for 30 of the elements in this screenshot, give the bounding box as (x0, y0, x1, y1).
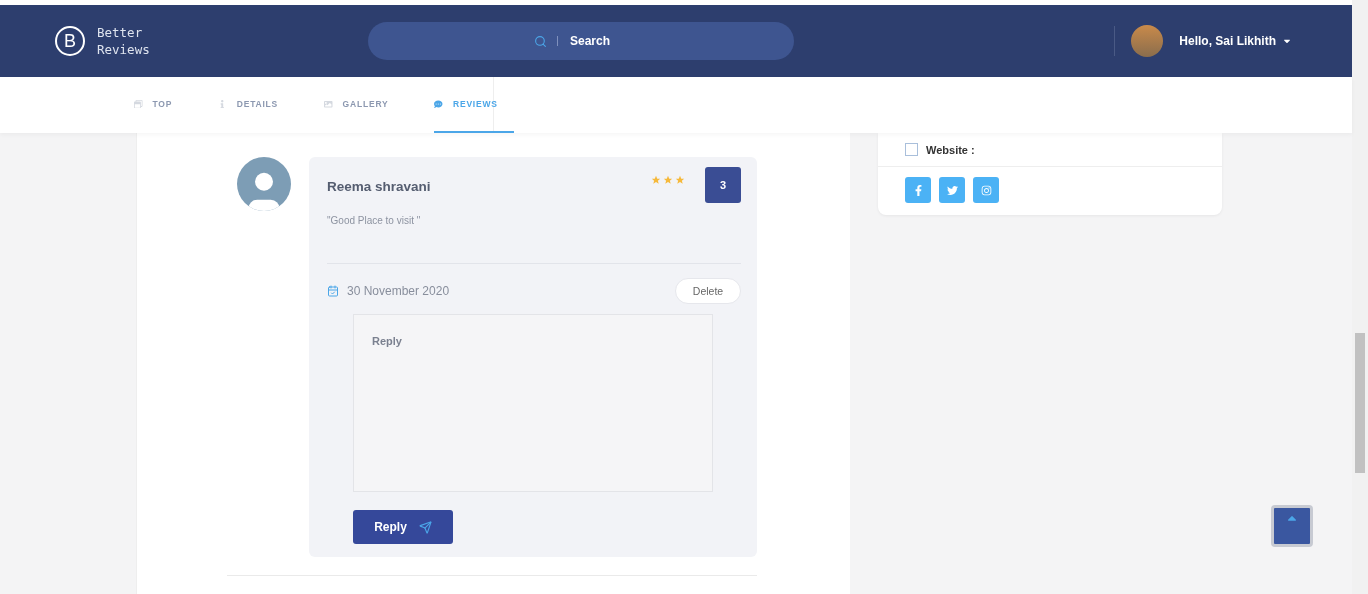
star-icon (675, 175, 685, 185)
paper-plane-icon (418, 520, 432, 534)
star-icon (651, 175, 661, 185)
checkbox[interactable] (905, 143, 918, 156)
search-icon (534, 34, 547, 48)
window-icon (134, 99, 143, 109)
user-avatar[interactable] (1131, 25, 1164, 57)
avatar-silhouette-icon (237, 157, 291, 211)
review-text: "Good Place to visit " (327, 215, 422, 228)
rating-badge: 3 (705, 167, 741, 203)
review-author: Reema shravani (327, 179, 431, 194)
delete-button[interactable]: Delete (675, 278, 741, 304)
calendar-icon (327, 285, 339, 297)
website-label: Website : (926, 143, 975, 156)
reply-field[interactable]: Reply (353, 314, 713, 492)
info-icon (218, 99, 227, 109)
search-field[interactable]: Search (568, 33, 628, 49)
reply-button[interactable]: Reply (353, 510, 453, 544)
image-icon (324, 99, 333, 109)
instagram-icon[interactable] (973, 177, 999, 203)
twitter-icon[interactable] (939, 177, 965, 203)
chat-icon (434, 99, 443, 109)
scrollbar[interactable] (1352, 0, 1368, 594)
logo-text: Better Reviews (97, 24, 151, 58)
star-icon (663, 175, 673, 185)
review-date: 30 November 2020 (347, 284, 450, 298)
back-to-top-button[interactable] (1271, 505, 1313, 547)
facebook-icon[interactable] (905, 177, 931, 203)
logo-icon[interactable]: B (55, 26, 85, 56)
user-menu[interactable]: Hello, Sai Likhith (1173, 33, 1298, 49)
